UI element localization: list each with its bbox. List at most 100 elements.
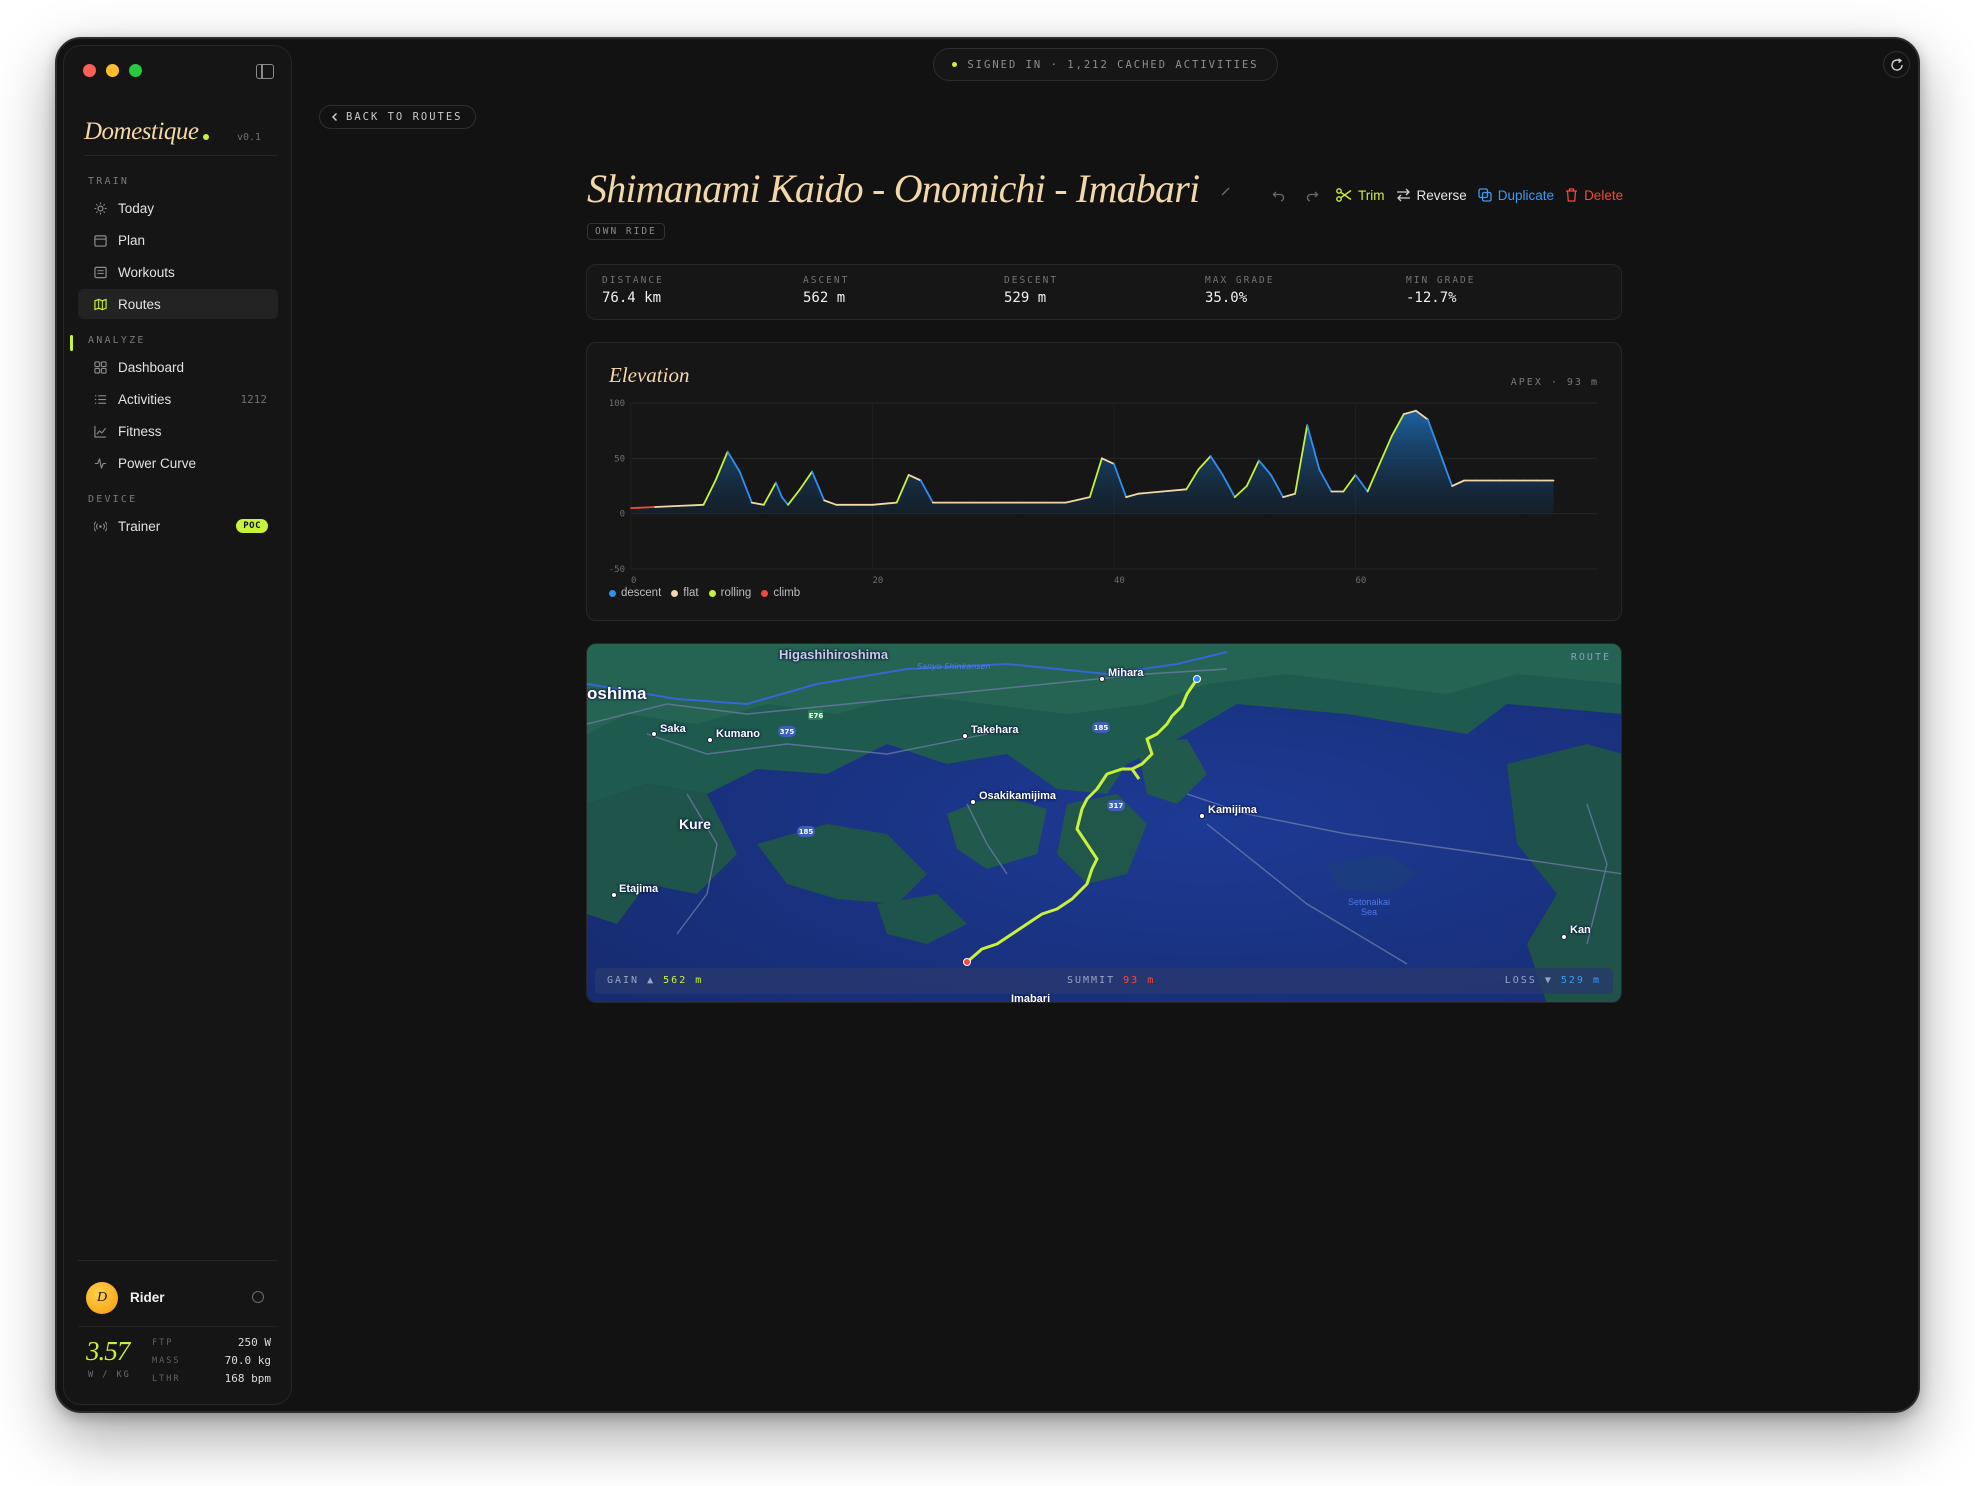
gain-stat: GAIN ▲ 562 m bbox=[607, 975, 703, 986]
elevation-point bbox=[1234, 497, 1235, 498]
back-to-routes-button[interactable]: BACK TO ROUTES bbox=[319, 105, 476, 129]
sidebar-item-today[interactable]: Today bbox=[78, 193, 278, 223]
place-marker bbox=[611, 892, 617, 898]
duplicate-button[interactable]: Duplicate bbox=[1478, 188, 1554, 203]
sidebar-item-trainer[interactable]: Trainer POC bbox=[78, 511, 278, 541]
place-etajima: Etajima bbox=[619, 883, 659, 895]
sidebar-item-label: Routes bbox=[118, 296, 161, 312]
route-title[interactable]: Shimanami Kaido - Onomichi - Imabari bbox=[587, 165, 1200, 212]
copy-icon bbox=[1478, 188, 1492, 202]
elevation-point bbox=[1500, 480, 1501, 481]
place-marker bbox=[1199, 813, 1205, 819]
sidebar: Domestique v0.1 TRAIN Today Plan Workout… bbox=[63, 45, 292, 1405]
app-brand: Domestique bbox=[84, 118, 199, 145]
sidebar-item-activities[interactable]: Activities 1212 bbox=[78, 384, 278, 414]
app-window: Domestique v0.1 TRAIN Today Plan Workout… bbox=[55, 37, 1920, 1413]
elevation-point bbox=[1379, 463, 1380, 464]
trim-label: Trim bbox=[1358, 187, 1385, 203]
elevation-point bbox=[1126, 497, 1127, 498]
route-toolbar: Trim Reverse Duplicate Delete bbox=[1272, 185, 1634, 205]
legend-label: descent bbox=[621, 587, 662, 599]
elevation-point bbox=[1041, 502, 1042, 503]
reverse-button[interactable]: Reverse bbox=[1396, 188, 1467, 203]
minimize-window-button[interactable] bbox=[106, 64, 119, 77]
redo-icon bbox=[1306, 191, 1319, 202]
back-label: BACK TO ROUTES bbox=[346, 111, 463, 123]
y-tick-label: 100 bbox=[609, 399, 625, 409]
elevation-point bbox=[1089, 497, 1090, 498]
elevation-point bbox=[1186, 489, 1187, 490]
sidebar-item-dashboard[interactable]: Dashboard bbox=[78, 352, 278, 382]
legend-rolling: rolling bbox=[708, 587, 751, 599]
elevation-point bbox=[1210, 456, 1211, 457]
place-kumano: Kumano bbox=[716, 728, 760, 740]
elevation-point bbox=[1017, 502, 1018, 503]
stat-value: 529 m bbox=[1004, 290, 1047, 306]
stat-min-grade: MIN GRADE -12.7% bbox=[1406, 275, 1475, 306]
stat-key-mass: MASS bbox=[152, 1356, 181, 1366]
stat-key-ftp: FTP bbox=[152, 1338, 174, 1348]
activities-count: 1212 bbox=[240, 392, 268, 406]
road-shield-375: 375 bbox=[780, 728, 795, 736]
gear-icon[interactable] bbox=[252, 1291, 264, 1303]
stat-descent: DESCENT 529 m bbox=[1004, 275, 1058, 306]
close-window-button[interactable] bbox=[83, 64, 96, 77]
sidebar-toggle-icon[interactable] bbox=[256, 64, 274, 79]
elevation-legend: descent flat rolling climb bbox=[609, 587, 810, 599]
route-map[interactable]: 375 E76 185 185 317 Sanyo Shinkansen ROU… bbox=[586, 643, 1622, 1003]
elevation-point bbox=[1331, 491, 1332, 492]
pencil-icon[interactable] bbox=[1220, 185, 1232, 197]
x-tick-label: 0 bbox=[631, 576, 636, 586]
elevation-point bbox=[787, 504, 788, 505]
section-label-device: DEVICE bbox=[88, 494, 138, 505]
elevation-point bbox=[1476, 480, 1477, 481]
user-name: Rider bbox=[130, 1290, 165, 1305]
redo-button[interactable] bbox=[1304, 188, 1325, 202]
elevation-point bbox=[969, 502, 970, 503]
stat-value-lthr: 168 bpm bbox=[224, 1372, 271, 1385]
elevation-point bbox=[993, 502, 994, 503]
trim-button[interactable]: Trim bbox=[1336, 188, 1385, 203]
wkg-value: 3.57 bbox=[86, 1336, 130, 1366]
sidebar-item-routes[interactable]: Routes bbox=[78, 289, 278, 319]
map-canvas[interactable]: 375 E76 185 185 317 Sanyo Shinkansen bbox=[587, 644, 1622, 1003]
elevation-point bbox=[1512, 480, 1513, 481]
refresh-button[interactable] bbox=[1883, 51, 1910, 78]
place-saka: Saka bbox=[660, 723, 686, 735]
undo-button[interactable] bbox=[1272, 188, 1293, 202]
delete-button[interactable]: Delete bbox=[1565, 188, 1623, 203]
delete-label: Delete bbox=[1584, 187, 1624, 203]
stat-value: 35.0% bbox=[1205, 290, 1248, 306]
map-summary-bar: GAIN ▲ 562 m SUMMIT 93 m LOSS ▼ 529 m bbox=[595, 968, 1613, 994]
elevation-point bbox=[1536, 480, 1537, 481]
legend-label: climb bbox=[773, 587, 801, 599]
elevation-point bbox=[1258, 460, 1259, 461]
brand-dot bbox=[203, 134, 209, 140]
sidebar-item-plan[interactable]: Plan bbox=[78, 225, 278, 255]
zoom-window-button[interactable] bbox=[129, 64, 142, 77]
sidebar-item-label: Dashboard bbox=[118, 359, 185, 375]
summit-stat: SUMMIT 93 m bbox=[1067, 975, 1155, 986]
refresh-icon bbox=[1890, 57, 1903, 71]
elevation-point bbox=[1439, 452, 1440, 453]
elevation-chart[interactable]: 100 50 0 -50 0 20 40 60 bbox=[587, 343, 1623, 622]
stat-key: DESCENT bbox=[1004, 275, 1059, 286]
elevation-point bbox=[727, 451, 728, 452]
sidebar-item-workouts[interactable]: Workouts bbox=[78, 257, 278, 287]
elevation-point bbox=[1138, 493, 1139, 494]
place-setonaikai-sea: Setonaikai Sea bbox=[1347, 897, 1391, 917]
place-kamijima: Kamijima bbox=[1208, 804, 1257, 816]
elevation-point bbox=[1403, 414, 1404, 415]
sidebar-item-fitness[interactable]: Fitness bbox=[78, 416, 278, 446]
sidebar-item-power-curve[interactable]: Power Curve bbox=[78, 448, 278, 478]
avatar[interactable]: D bbox=[86, 1282, 118, 1314]
sidebar-item-label: Activities bbox=[118, 391, 172, 407]
calendar-icon bbox=[93, 233, 107, 247]
elevation-point bbox=[1198, 469, 1199, 470]
sidebar-item-label: Plan bbox=[118, 232, 146, 248]
legend-climb: climb bbox=[761, 587, 800, 599]
place-marker bbox=[707, 737, 713, 743]
place-kan: Kan bbox=[1570, 924, 1591, 936]
loss-stat: LOSS ▼ 529 m bbox=[1505, 975, 1601, 986]
elevation-point bbox=[1270, 474, 1271, 475]
